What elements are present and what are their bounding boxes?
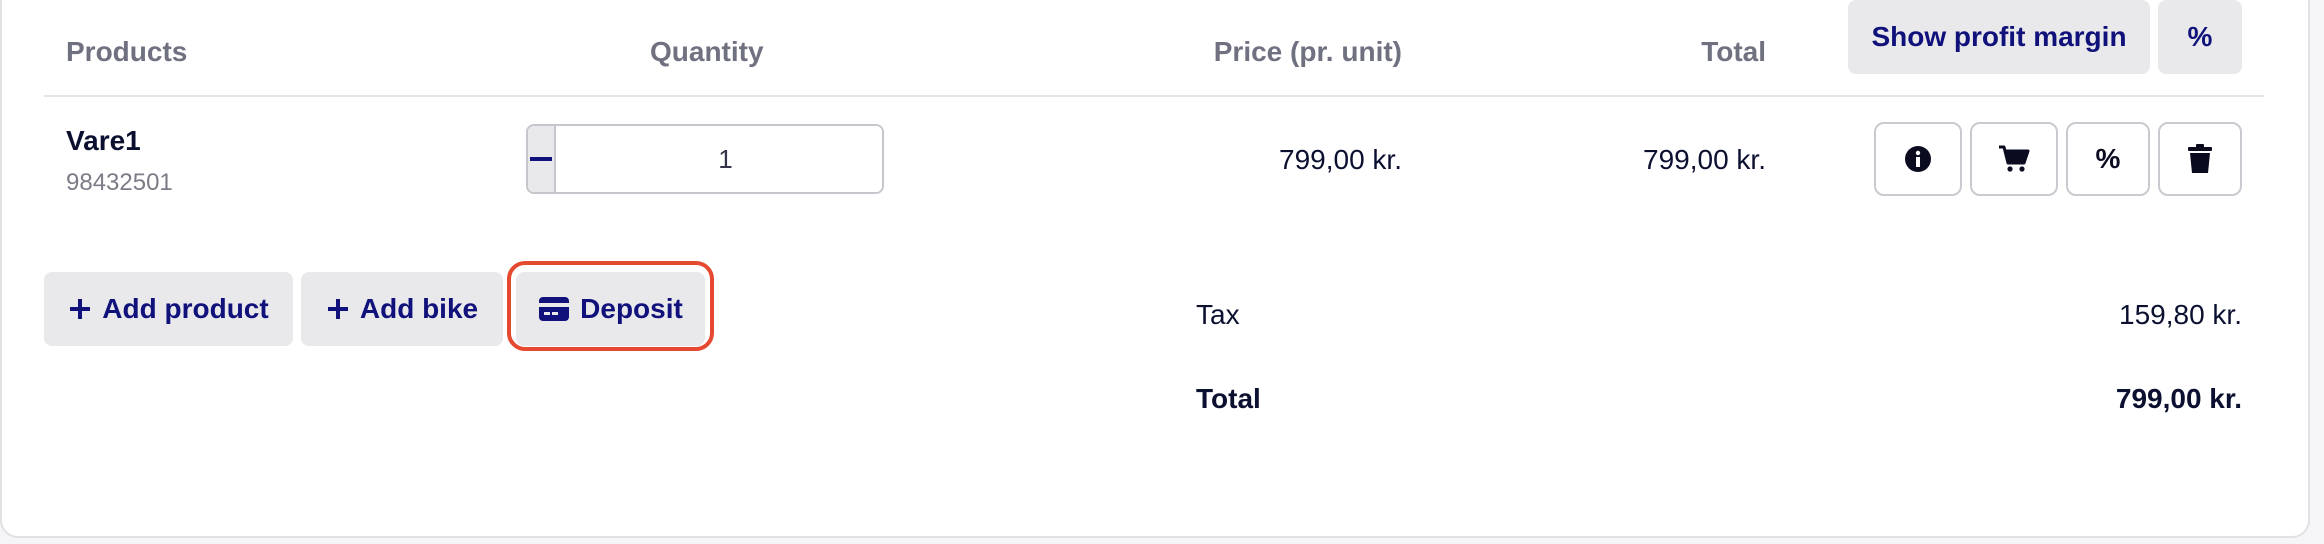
deposit-label: Deposit [580, 293, 683, 324]
cart-icon [1999, 145, 2030, 172]
show-profit-margin-label: Show profit margin [1871, 21, 2127, 52]
product-info-button[interactable] [1874, 122, 1962, 196]
cart-card [0, 0, 2310, 538]
row-discount-label: % [2095, 143, 2121, 174]
plus-icon [327, 299, 348, 319]
grand-total-value: 799,00 kr. [2115, 383, 2242, 414]
header-divider [44, 95, 2264, 97]
minus-icon [530, 157, 552, 161]
tax-label: Tax [1196, 299, 1240, 330]
percent-toggle-label: % [2187, 21, 2213, 52]
delete-row-button[interactable] [2158, 122, 2242, 196]
row-discount-button[interactable]: % [2066, 122, 2150, 196]
add-product-label: Add product [102, 293, 269, 324]
quantity-stepper [526, 124, 884, 194]
info-circle-icon [1905, 146, 1931, 172]
row-total: 799,00 kr. [1643, 144, 1766, 175]
credit-card-icon [539, 297, 570, 321]
product-name: Vare1 [66, 125, 141, 156]
tax-value: 159,80 kr. [2119, 299, 2242, 330]
products-header: Products [66, 36, 188, 67]
quantity-input[interactable] [554, 126, 882, 192]
trash-icon [2188, 144, 2212, 173]
plus-icon [70, 299, 91, 319]
quantity-header: Quantity [650, 36, 764, 67]
add-bike-label: Add bike [359, 293, 479, 324]
add-bike-button[interactable]: Add bike [301, 272, 503, 346]
price-header: Price (pr. unit) [1213, 36, 1402, 67]
deposit-button[interactable]: Deposit [516, 272, 705, 346]
decrease-quantity-button[interactable] [528, 126, 554, 192]
total-header: Total [1701, 36, 1766, 67]
add-product-button[interactable]: Add product [44, 272, 293, 346]
show-profit-margin-button[interactable]: Show profit margin [1848, 0, 2150, 74]
product-sku: 98432501 [66, 169, 173, 196]
grand-total-label: Total [1196, 383, 1261, 414]
unit-price: 799,00 kr. [1279, 144, 1402, 175]
percent-toggle-button[interactable]: % [2158, 0, 2242, 74]
cart-button[interactable] [1970, 122, 2058, 196]
